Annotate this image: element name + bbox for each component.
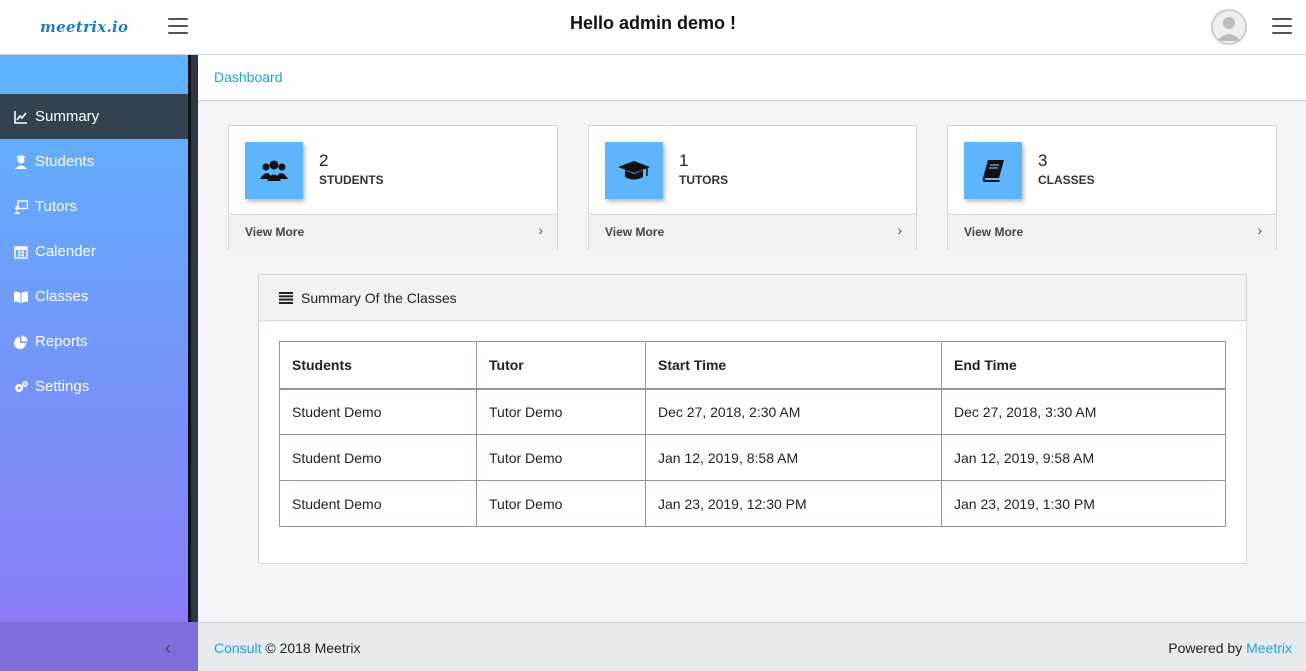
classes-table: Students Tutor Start Time End Time Stude… (279, 341, 1226, 527)
footer-consult-link[interactable]: Consult (214, 640, 261, 656)
book-open-icon (14, 291, 28, 303)
table-cell: Student Demo (279, 434, 477, 481)
chevron-right-icon: › (1257, 222, 1262, 238)
classes-view-more-button[interactable]: View More › (948, 214, 1276, 250)
table-cell: Student Demo (279, 388, 477, 435)
chalkboard-teacher-icon (14, 199, 28, 214)
students-tile (245, 142, 303, 199)
table-cell: Dec 27, 2018, 2:30 AM (645, 388, 942, 435)
chevron-left-icon[interactable]: ‹ (165, 638, 171, 659)
top-bar: meetrix.io Hello admin demo ! (0, 0, 1306, 55)
list-icon (279, 292, 293, 304)
column-header-end-time[interactable]: End Time (941, 341, 1226, 390)
tutors-tile (605, 142, 663, 199)
tutors-card: 1 TUTORS View More › (588, 125, 917, 250)
sidebar-item-label: Reports (35, 333, 88, 350)
classes-card: 3 CLASSES View More › (947, 125, 1277, 250)
sidebar-item-label: Tutors (35, 198, 77, 215)
footer-left: Consult © 2018 Meetrix (214, 640, 361, 656)
sidebar-item-settings[interactable]: Settings (0, 364, 188, 409)
graduation-cap-icon (618, 160, 650, 179)
calendar-icon (14, 245, 28, 259)
classes-label: CLASSES (1038, 173, 1095, 187)
sidebar-item-calender[interactable]: Calender (0, 229, 188, 274)
footer-powered-by: Powered by (1168, 640, 1243, 656)
tutors-count: 1 (679, 151, 689, 170)
column-header-tutor[interactable]: Tutor (476, 341, 646, 390)
sidebar-divider (188, 55, 198, 622)
view-more-label: View More (605, 225, 665, 239)
user-graduate-icon (15, 154, 27, 169)
table-row[interactable]: Student Demo Tutor Demo Jan 12, 2019, 8:… (279, 434, 1226, 481)
sidebar-item-summary[interactable]: Summary (0, 94, 188, 139)
view-more-label: View More (964, 225, 1024, 239)
sidebar-item-tutors[interactable]: Tutors (0, 184, 188, 229)
footer-right: Powered by Meetrix (1168, 640, 1292, 656)
students-view-more-button[interactable]: View More › (229, 214, 557, 250)
table-cell: Tutor Demo (476, 480, 646, 527)
footer-meetrix-link[interactable]: Meetrix (1246, 640, 1292, 656)
classes-count: 3 (1038, 151, 1048, 170)
sidebar-item-reports[interactable]: Reports (0, 319, 188, 364)
table-cell: Jan 23, 2019, 1:30 PM (941, 480, 1226, 527)
view-more-label: View More (245, 225, 305, 239)
sidebar-item-label: Summary (35, 108, 100, 125)
options-menu-icon[interactable] (1272, 18, 1292, 36)
table-cell: Jan 12, 2019, 8:58 AM (645, 434, 942, 481)
summary-panel: Summary Of the Classes Students Tutor St… (258, 274, 1247, 564)
students-count: 2 (319, 151, 329, 170)
pie-chart-icon (14, 335, 28, 349)
classes-tile (964, 142, 1022, 199)
column-header-start-time[interactable]: Start Time (645, 341, 942, 390)
students-card: 2 STUDENTS View More › (228, 125, 558, 250)
chevron-right-icon: › (538, 222, 543, 238)
column-header-students[interactable]: Students (279, 341, 477, 390)
breadcrumb-dashboard[interactable]: Dashboard (214, 69, 283, 85)
footer-copyright: © 2018 Meetrix (265, 640, 361, 656)
user-avatar[interactable] (1211, 9, 1247, 45)
tutors-label: TUTORS (679, 173, 729, 187)
table-cell: Tutor Demo (476, 434, 646, 481)
table-cell: Student Demo (279, 480, 477, 527)
chart-line-icon (14, 110, 27, 124)
page-greeting: Hello admin demo ! (569, 13, 737, 33)
sidebar-item-label: Calender (35, 243, 96, 260)
table-cell: Tutor Demo (476, 388, 646, 435)
summary-panel-title: Summary Of the Classes (301, 290, 457, 306)
breadcrumb: Dashboard (198, 55, 1306, 101)
table-row[interactable]: Student Demo Tutor Demo Dec 27, 2018, 2:… (279, 388, 1226, 435)
summary-panel-header: Summary Of the Classes (259, 275, 1246, 321)
users-icon (260, 160, 288, 181)
table-cell: Dec 27, 2018, 3:30 AM (941, 388, 1226, 435)
sidebar-item-label: Classes (35, 288, 89, 305)
sidebar-item-students[interactable]: Students (0, 139, 188, 184)
gears-icon (15, 380, 28, 392)
students-label: STUDENTS (319, 173, 384, 187)
table-cell: Jan 12, 2019, 9:58 AM (941, 434, 1226, 481)
tutors-view-more-button[interactable]: View More › (589, 214, 916, 250)
table-cell: Jan 23, 2019, 12:30 PM (645, 480, 942, 527)
book-icon (982, 159, 1004, 182)
chevron-right-icon: › (897, 222, 902, 238)
sidebar-item-label: Students (35, 153, 95, 170)
page-footer: Consult © 2018 Meetrix Powered by Meetri… (198, 622, 1306, 671)
sidebar-item-label: Settings (35, 378, 90, 395)
sidebar-item-classes[interactable]: Classes (0, 274, 188, 319)
table-row[interactable]: Student Demo Tutor Demo Jan 23, 2019, 12… (279, 480, 1226, 527)
table-header-row: Students Tutor Start Time End Time (279, 341, 1226, 390)
